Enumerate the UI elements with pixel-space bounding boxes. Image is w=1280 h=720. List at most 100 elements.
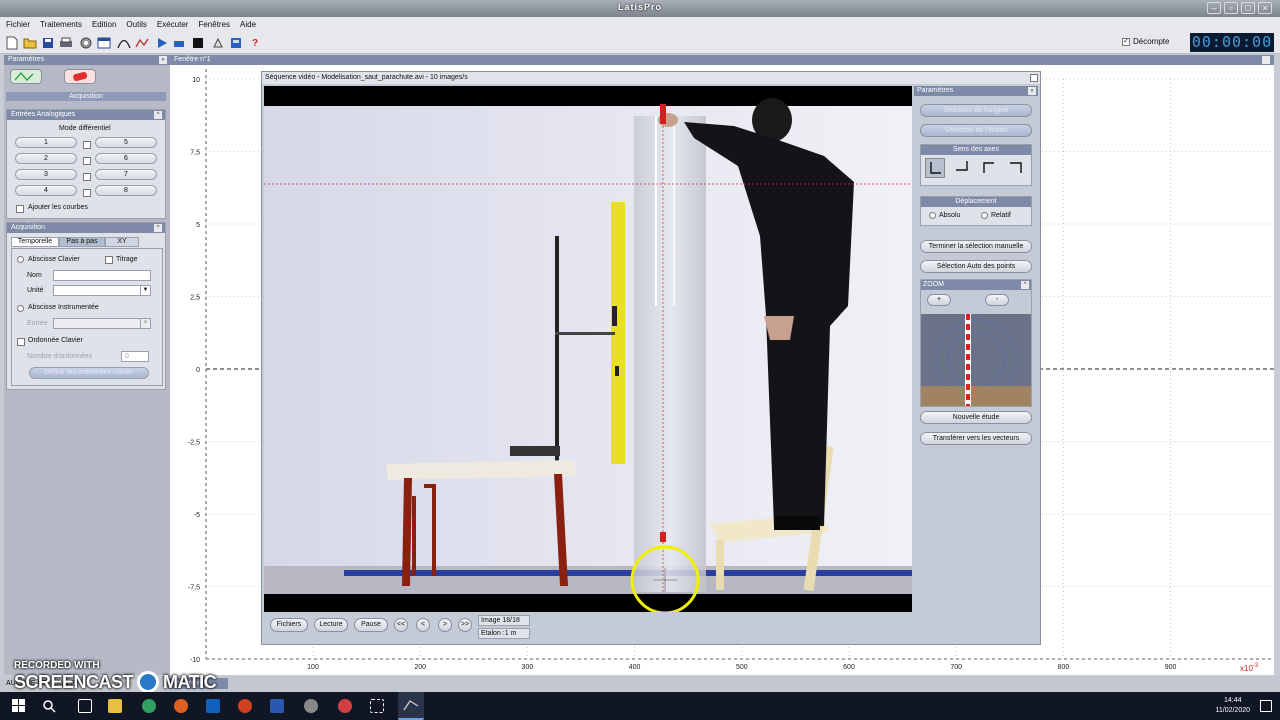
app-icon[interactable]: [338, 699, 352, 713]
tab-temporelle[interactable]: Temporelle: [11, 237, 59, 247]
acquisition-tab[interactable]: Acquisition: [6, 92, 166, 101]
axes-option-4[interactable]: [1007, 158, 1027, 178]
titrage-checkbox[interactable]: [105, 256, 113, 264]
tool-icon[interactable]: [210, 35, 226, 51]
menu-fenetres[interactable]: Fenêtres: [198, 20, 230, 29]
search-icon[interactable]: [42, 699, 56, 713]
add-curves-checkbox[interactable]: [16, 205, 24, 213]
last-frame-button[interactable]: >>: [458, 618, 472, 632]
settings-icon[interactable]: [78, 35, 94, 51]
menu-executer[interactable]: Exécuter: [157, 20, 189, 29]
ordonnee-clavier-checkbox[interactable]: [17, 338, 25, 346]
menu-traitements[interactable]: Traitements: [40, 20, 82, 29]
print-icon[interactable]: [58, 35, 74, 51]
pin-icon[interactable]: «: [159, 56, 167, 64]
modelize-icon[interactable]: [134, 35, 150, 51]
tab-pas-a-pas[interactable]: Pas à pas: [59, 237, 105, 247]
video-mode-button[interactable]: [64, 69, 96, 84]
channel-7-button[interactable]: 7: [95, 169, 157, 180]
minimize-icon[interactable]: –: [1207, 2, 1221, 14]
diff-check-2[interactable]: [83, 157, 91, 165]
menu-fichier[interactable]: Fichier: [6, 20, 30, 29]
nombre-ordonnees-input[interactable]: 0: [121, 351, 149, 362]
abscisse-clavier-radio[interactable]: [17, 256, 24, 263]
menu-edition[interactable]: Edition: [92, 20, 116, 29]
outlook-icon[interactable]: [206, 699, 220, 713]
system-clock[interactable]: 14:44 11/02/2020: [1215, 696, 1250, 716]
windows-start-icon[interactable]: [12, 699, 26, 713]
curve-icon[interactable]: [116, 35, 132, 51]
chevron-down-icon[interactable]: ▼: [140, 286, 150, 295]
file-explorer-icon[interactable]: [108, 699, 122, 713]
window-icon[interactable]: [96, 35, 112, 51]
collapse-icon[interactable]: ^: [154, 224, 162, 232]
word-icon[interactable]: [270, 699, 284, 713]
channel-8-button[interactable]: 8: [95, 185, 157, 196]
app-icon[interactable]: [304, 699, 318, 713]
end-manual-selection-button[interactable]: Terminer la sélection manuelle: [920, 240, 1032, 253]
files-button[interactable]: Fichiers: [270, 618, 308, 632]
axes-option-3[interactable]: [979, 158, 999, 178]
restore-icon[interactable]: ▫: [1224, 2, 1238, 14]
diff-check-4[interactable]: [83, 189, 91, 197]
open-icon[interactable]: [22, 35, 38, 51]
channel-6-button[interactable]: 6: [95, 153, 157, 164]
countdown-checkbox[interactable]: ✓ Décompte: [1122, 37, 1169, 46]
video-frame[interactable]: [264, 86, 912, 612]
diff-check-1[interactable]: [83, 141, 91, 149]
graph-close-icon[interactable]: [1262, 56, 1270, 64]
firefox-icon[interactable]: [174, 699, 188, 713]
latispro-taskbar-icon[interactable]: [398, 692, 424, 720]
chevron-down-icon[interactable]: ▼: [140, 319, 150, 328]
channel-5-button[interactable]: 5: [95, 137, 157, 148]
nom-input[interactable]: [53, 270, 151, 281]
transfer-vectors-button[interactable]: Transférer vers les vecteurs: [920, 432, 1032, 445]
axes-option-2[interactable]: [953, 158, 973, 178]
zoom-in-button[interactable]: +: [927, 294, 951, 306]
next-frame-button[interactable]: >: [438, 618, 452, 632]
channel-4-button[interactable]: 4: [15, 185, 77, 196]
tab-xy[interactable]: XY: [105, 237, 139, 247]
analog-mode-button[interactable]: [10, 69, 42, 84]
help-icon[interactable]: ?: [247, 35, 263, 51]
notification-icon[interactable]: [1260, 700, 1272, 712]
menu-outils[interactable]: Outils: [126, 20, 146, 29]
stop-icon[interactable]: [172, 35, 188, 51]
collapse-icon[interactable]: ^: [154, 111, 162, 119]
abscisse-instrumentee-radio[interactable]: [17, 305, 24, 312]
define-ordinates-button[interactable]: Définir les ordonnées clavier: [29, 367, 149, 379]
select-scale-button[interactable]: Sélection de l'étalon: [920, 124, 1032, 137]
axes-option-1[interactable]: [925, 158, 945, 178]
pause-button[interactable]: Pause: [354, 618, 388, 632]
pin-icon[interactable]: «: [1028, 87, 1036, 95]
zoom-out-button[interactable]: -: [985, 294, 1009, 306]
calc-icon[interactable]: [228, 35, 244, 51]
auto-selection-button[interactable]: Sélection Auto des points: [920, 260, 1032, 273]
browser-icon[interactable]: [142, 699, 156, 713]
video-close-icon[interactable]: [1030, 74, 1038, 82]
save-icon[interactable]: [40, 35, 56, 51]
entree-select[interactable]: ▼: [53, 318, 151, 329]
first-frame-button[interactable]: <<: [394, 618, 408, 632]
new-icon[interactable]: [4, 35, 20, 51]
play-button[interactable]: Lecture: [314, 618, 348, 632]
channel-2-button[interactable]: 2: [15, 153, 77, 164]
new-study-button[interactable]: Nouvelle étude: [920, 411, 1032, 424]
channel-3-button[interactable]: 3: [15, 169, 77, 180]
collapse-icon[interactable]: ^: [1021, 281, 1029, 289]
snip-icon[interactable]: [370, 699, 384, 713]
prev-frame-button[interactable]: <: [416, 618, 430, 632]
countdown-check-icon[interactable]: ✓: [1122, 37, 1130, 46]
relative-radio[interactable]: [981, 212, 988, 219]
play-icon[interactable]: [154, 35, 170, 51]
absolute-radio[interactable]: [929, 212, 936, 219]
diff-check-3[interactable]: [83, 173, 91, 181]
select-origin-button[interactable]: Sélection de l'origine: [920, 104, 1032, 117]
channel-1-button[interactable]: 1: [15, 137, 77, 148]
menu-aide[interactable]: Aide: [240, 20, 256, 29]
powerpoint-icon[interactable]: [238, 699, 252, 713]
maximize-icon[interactable]: □: [1241, 2, 1255, 14]
terminal-icon[interactable]: [190, 35, 206, 51]
close-icon[interactable]: ×: [1258, 2, 1272, 14]
task-view-icon[interactable]: [78, 699, 92, 713]
